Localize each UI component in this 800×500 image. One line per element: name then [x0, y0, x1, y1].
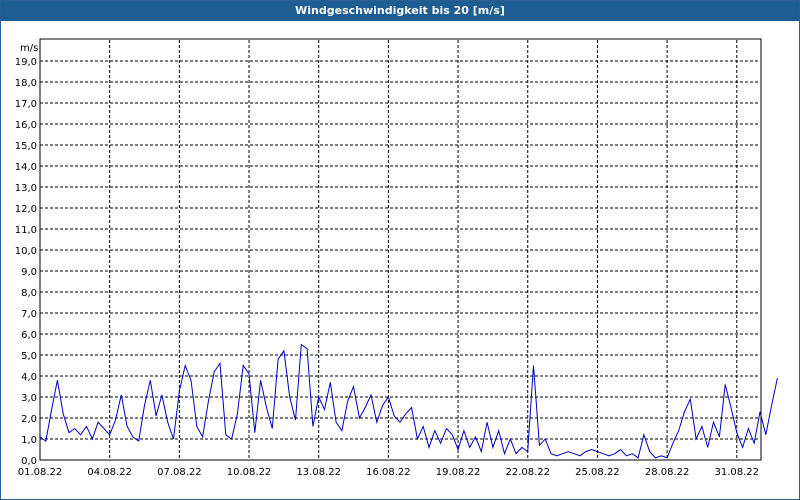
y-tick-label: 14,0 [15, 162, 37, 173]
x-tick-label: 16.08.22 [366, 467, 411, 478]
y-unit-label: m/s [20, 43, 38, 54]
x-tick-labels: 01.08.22 04.08.22 07.08.22 10.08.22 13.08.22… [18, 467, 759, 478]
y-tick-label: 18,0 [15, 78, 37, 89]
x-tick-label: 07.08.22 [157, 467, 202, 478]
y-tick-label: 8,0 [21, 288, 37, 299]
x-tick-label: 04.08.22 [87, 467, 132, 478]
y-tick-label: 11,0 [15, 225, 37, 236]
y-tick-label: 0,0 [21, 456, 37, 467]
y-tick-label: 7,0 [21, 309, 37, 320]
y-tick-label: 5,0 [21, 351, 37, 362]
x-tick-label: 31.08.22 [715, 467, 760, 478]
x-tick-label: 13.08.22 [296, 467, 341, 478]
y-tick-label: 17,0 [15, 99, 37, 110]
y-tick-label: 19,0 [15, 57, 37, 68]
y-tick-label: 4,0 [21, 372, 37, 383]
y-tick-label: 13,0 [15, 183, 37, 194]
grid [40, 40, 760, 460]
x-tick-label: 28.08.22 [645, 467, 690, 478]
y-tick-label: 15,0 [15, 141, 37, 152]
x-tick-label: 01.08.22 [18, 467, 63, 478]
y-tick-label: 9,0 [21, 267, 37, 278]
y-tick-label: 10,0 [15, 246, 37, 257]
y-tick-label: 12,0 [15, 204, 37, 215]
y-tick-label: 16,0 [15, 120, 37, 131]
y-tick-label: 3,0 [21, 393, 37, 404]
wind-speed-chart: m/s 0,0 1,0 2,0 3,0 4,0 5,0 6,0 7,0 8,0 9,0 10,0 11… [15, 38, 778, 478]
y-tick-label: 2,0 [21, 414, 37, 425]
x-tick-label: 19.08.22 [436, 467, 481, 478]
y-tick-label: 6,0 [21, 330, 37, 341]
x-tick-label: 22.08.22 [505, 467, 550, 478]
x-tick-label: 10.08.22 [227, 467, 272, 478]
x-tick-label: 25.08.22 [575, 467, 620, 478]
y-tick-label: 1,0 [21, 435, 37, 446]
y-tick-labels: 0,0 1,0 2,0 3,0 4,0 5,0 6,0 7,0 8,0 9,0 10,0 11,0 12… [15, 57, 37, 467]
